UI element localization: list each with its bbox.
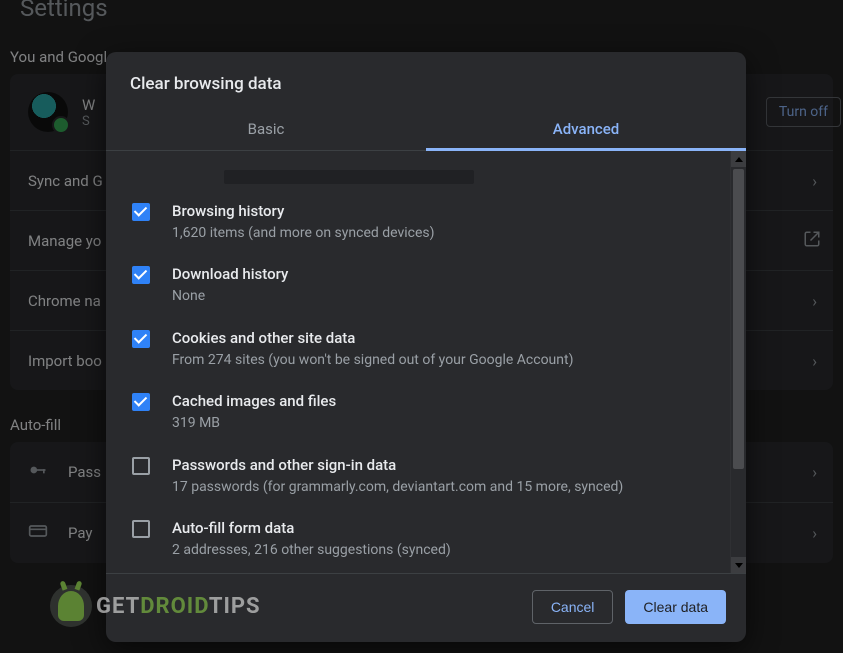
tab-basic[interactable]: Basic (106, 108, 426, 150)
profile-name: W (82, 96, 95, 114)
dialog-title: Clear browsing data (106, 52, 746, 108)
checkbox-autofill[interactable] (132, 520, 150, 538)
card-icon (28, 521, 48, 545)
options-scroll-area: Browsing history 1,620 items (and more o… (106, 151, 746, 573)
option-label: Passwords and other sign-in data (172, 455, 706, 476)
chevron-right-icon: › (812, 351, 817, 370)
option-label: Cached images and files (172, 391, 706, 412)
checkbox-passwords[interactable] (132, 457, 150, 475)
option-label: Cookies and other site data (172, 328, 706, 349)
chevron-right-icon: › (812, 524, 817, 543)
checkbox-cookies[interactable] (132, 330, 150, 348)
chevron-right-icon: › (812, 463, 817, 482)
time-range-row (130, 169, 706, 187)
option-desc: None (172, 285, 706, 307)
option-desc: 2 addresses, 216 other suggestions (sync… (172, 539, 706, 561)
option-label: Download history (172, 264, 706, 285)
scroll-up-icon[interactable] (731, 151, 746, 167)
watermark-text: GETDROIDTIPS (96, 594, 261, 619)
avatar (28, 92, 68, 132)
option-autofill: Auto-fill form data 2 addresses, 216 oth… (130, 508, 706, 571)
watermark: GETDROIDTIPS (50, 585, 261, 627)
watermark-logo-icon (50, 585, 92, 627)
option-desc: From 274 sites (you won't be signed out … (172, 349, 706, 371)
checkbox-cache[interactable] (132, 393, 150, 411)
dialog-tabs: Basic Advanced (106, 108, 746, 151)
checkbox-download-history[interactable] (132, 266, 150, 284)
tab-advanced[interactable]: Advanced (426, 108, 746, 150)
settings-title: Settings (0, 0, 843, 22)
option-label: Auto-fill form data (172, 518, 706, 539)
chevron-right-icon: › (812, 291, 817, 310)
cancel-button[interactable]: Cancel (532, 590, 614, 624)
option-desc: 17 passwords (for grammarly.com, deviant… (172, 476, 706, 498)
clear-data-button[interactable]: Clear data (625, 590, 726, 624)
option-browsing-history: Browsing history 1,620 items (and more o… (130, 191, 706, 254)
scroll-down-icon[interactable] (731, 557, 746, 573)
options-list: Browsing history 1,620 items (and more o… (106, 151, 730, 573)
option-passwords: Passwords and other sign-in data 17 pass… (130, 445, 706, 508)
scroll-thumb[interactable] (733, 169, 744, 469)
option-label: Browsing history (172, 201, 706, 222)
turn-off-button[interactable]: Turn off (766, 97, 841, 127)
checkbox-browsing-history[interactable] (132, 203, 150, 221)
clear-browsing-data-dialog: Clear browsing data Basic Advanced Brows… (106, 52, 746, 642)
option-desc: 1,620 items (and more on synced devices) (172, 222, 706, 244)
profile-sub: S (82, 114, 95, 129)
option-download-history: Download history None (130, 254, 706, 317)
key-icon (28, 460, 48, 484)
option-cache: Cached images and files 319 MB (130, 381, 706, 444)
scrollbar[interactable] (730, 151, 746, 573)
option-desc: 319 MB (172, 412, 706, 434)
chevron-right-icon: › (812, 171, 817, 190)
option-cookies: Cookies and other site data From 274 sit… (130, 318, 706, 381)
external-link-icon (803, 230, 821, 252)
